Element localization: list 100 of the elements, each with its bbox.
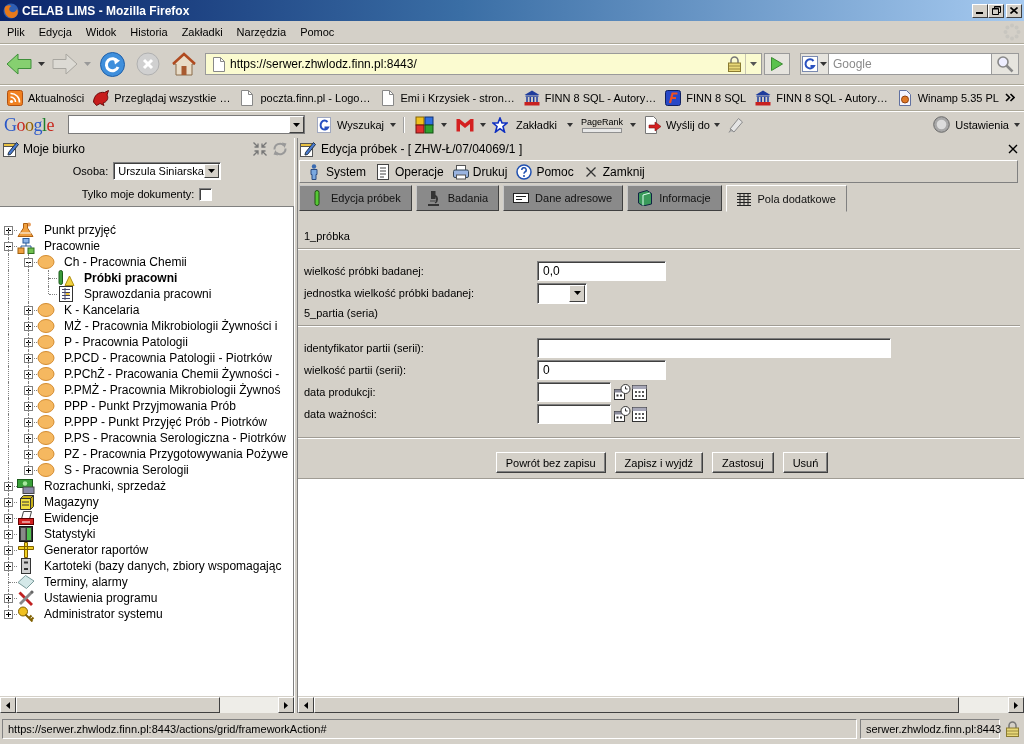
- text-field[interactable]: [537, 338, 891, 358]
- close-button[interactable]: [1006, 3, 1022, 18]
- plus-box-icon[interactable]: [24, 386, 33, 395]
- close-icon[interactable]: [1008, 144, 1018, 154]
- tree-item[interactable]: PPP - Punkt Przyjmowania Prób: [64, 399, 236, 413]
- search-field[interactable]: Google: [829, 53, 992, 75]
- caret-icon[interactable]: [480, 122, 486, 127]
- plus-box-icon[interactable]: [24, 450, 33, 459]
- bookmark-item[interactable]: FINN 8 SQL - Autory…: [751, 86, 893, 109]
- splitter-handle[interactable]: [294, 138, 298, 713]
- menu-item[interactable]: Operacje: [375, 163, 444, 180]
- restore-button[interactable]: [988, 3, 1004, 18]
- scrollbar-thumb[interactable]: [314, 697, 960, 713]
- plus-box-icon[interactable]: [24, 418, 33, 427]
- tab[interactable]: Informacje: [627, 185, 722, 211]
- tree-item[interactable]: Statystyki: [44, 527, 96, 541]
- search-button[interactable]: Wyszukaj: [317, 113, 396, 136]
- back-arrow-icon[interactable]: [6, 53, 32, 75]
- scroll-left-button[interactable]: [298, 697, 314, 713]
- tree-item[interactable]: Punkt przyjęć: [44, 223, 117, 237]
- plus-box-icon[interactable]: [4, 482, 13, 491]
- menu-item[interactable]: Narzędzia: [229, 26, 294, 38]
- plus-box-icon[interactable]: [24, 402, 33, 411]
- menu-item[interactable]: Widok: [78, 26, 124, 38]
- select-field[interactable]: [537, 282, 587, 304]
- tree-item[interactable]: Ewidencje: [44, 511, 99, 525]
- bookmark-item[interactable]: Przeglądaj wszystkie …: [89, 86, 236, 109]
- date-field[interactable]: [537, 404, 611, 424]
- tree-item[interactable]: MŻ - Pracownia Mikrobiologii Żywności i: [64, 319, 278, 333]
- scrollbar-thumb[interactable]: [16, 697, 221, 713]
- calendar-icon[interactable]: [632, 384, 647, 400]
- tab[interactable]: Badania: [415, 185, 500, 211]
- action-button[interactable]: Usuń: [782, 452, 829, 473]
- plus-box-icon[interactable]: [4, 610, 13, 619]
- padlock-icon[interactable]: [1005, 721, 1020, 737]
- menu-item[interactable]: Pomoc: [516, 163, 574, 180]
- menu-item[interactable]: Plik: [0, 26, 32, 38]
- plus-box-icon[interactable]: [4, 546, 13, 555]
- plus-box-icon[interactable]: [4, 562, 13, 571]
- action-button[interactable]: Zapisz i wyjdź: [614, 452, 704, 473]
- tree-item[interactable]: Ch - Pracownia Chemii: [64, 255, 187, 269]
- settings-button[interactable]: Ustawienia: [933, 113, 1020, 136]
- tree-item[interactable]: P.PMŻ - Pracownia Mikrobiologii Żywnoś: [64, 383, 281, 397]
- menu-item[interactable]: Zakładki: [174, 26, 230, 38]
- minus-box-icon[interactable]: [24, 258, 33, 267]
- scroll-right-button[interactable]: [1008, 697, 1024, 713]
- tree-item[interactable]: S - Pracownia Serologii: [64, 463, 189, 477]
- arrows-in-icon[interactable]: [252, 141, 268, 157]
- tree-item[interactable]: Próbki pracowni: [84, 271, 178, 285]
- plus-box-icon[interactable]: [24, 322, 33, 331]
- tree-item[interactable]: Generator raportów: [44, 543, 149, 557]
- plus-box-icon[interactable]: [4, 530, 13, 539]
- tree-item[interactable]: Administrator systemu: [44, 607, 163, 621]
- search-engine-button[interactable]: [800, 53, 829, 75]
- minus-box-icon[interactable]: [4, 242, 13, 251]
- date-field[interactable]: [537, 382, 611, 402]
- plus-box-icon[interactable]: [4, 226, 13, 235]
- google-search-field[interactable]: [68, 115, 305, 134]
- tree-item[interactable]: P - Pracownia Patologii: [64, 335, 188, 349]
- menu-item[interactable]: System: [306, 163, 366, 180]
- calendar-icon[interactable]: [632, 406, 647, 422]
- plus-box-icon[interactable]: [24, 466, 33, 475]
- dropdown-button[interactable]: [289, 116, 304, 133]
- tab[interactable]: Dane adresowe: [503, 185, 624, 211]
- calendar-clock-icon[interactable]: [614, 384, 631, 400]
- tree-item[interactable]: Ustawienia programu: [44, 591, 158, 605]
- tree-item[interactable]: P.PChŻ - Pracowania Chemii Żywności -: [64, 367, 280, 381]
- tab[interactable]: Edycja próbek: [299, 185, 412, 211]
- horizontal-scrollbar[interactable]: [298, 696, 1024, 713]
- plus-box-icon[interactable]: [4, 498, 13, 507]
- minimize-button[interactable]: [972, 3, 988, 18]
- plus-box-icon[interactable]: [24, 370, 33, 379]
- caret-icon[interactable]: [441, 122, 447, 127]
- tree-item[interactable]: Sprawozdania pracowni: [84, 287, 212, 301]
- envelope-icon[interactable]: [456, 117, 474, 132]
- go-button[interactable]: [764, 53, 790, 75]
- plus-box-icon[interactable]: [4, 594, 13, 603]
- home-icon[interactable]: [172, 52, 196, 76]
- send-button[interactable]: Wyślij do: [644, 113, 720, 136]
- tree-item[interactable]: Magazyny: [44, 495, 99, 509]
- tree-item[interactable]: Pracownie: [44, 239, 101, 253]
- tree-item[interactable]: P.PPP - Punkt Przyjęć Prób - Piotrków: [64, 415, 267, 429]
- reload-icon[interactable]: [100, 51, 125, 77]
- menu-item[interactable]: Pomoc: [293, 26, 342, 38]
- plus-box-icon[interactable]: [24, 338, 33, 347]
- plus-box-icon[interactable]: [4, 514, 13, 523]
- horizontal-scrollbar[interactable]: [0, 696, 294, 713]
- plus-box-icon[interactable]: [24, 354, 33, 363]
- bookmark-item[interactable]: Winamp 5.35 PL: [892, 86, 1004, 109]
- person-select[interactable]: Urszula Siniarska: [113, 162, 222, 180]
- puzzle-icon[interactable]: [415, 115, 435, 134]
- tree-item[interactable]: P.PS - Pracownia Serologiczna - Piotrków: [64, 431, 286, 445]
- plus-box-icon[interactable]: [24, 434, 33, 443]
- tree-item[interactable]: Rozrachunki, sprzedaż: [44, 479, 167, 493]
- tree-item[interactable]: K - Kancelaria: [64, 303, 140, 317]
- calendar-clock-icon[interactable]: [614, 406, 631, 422]
- pagerank-button[interactable]: PageRank: [580, 113, 636, 136]
- menu-item[interactable]: Drukuj: [452, 163, 508, 180]
- tree-item[interactable]: PZ - Pracownia Przygotowywania Pożywe: [64, 447, 289, 461]
- action-button[interactable]: Powrót bez zapisu: [495, 452, 606, 473]
